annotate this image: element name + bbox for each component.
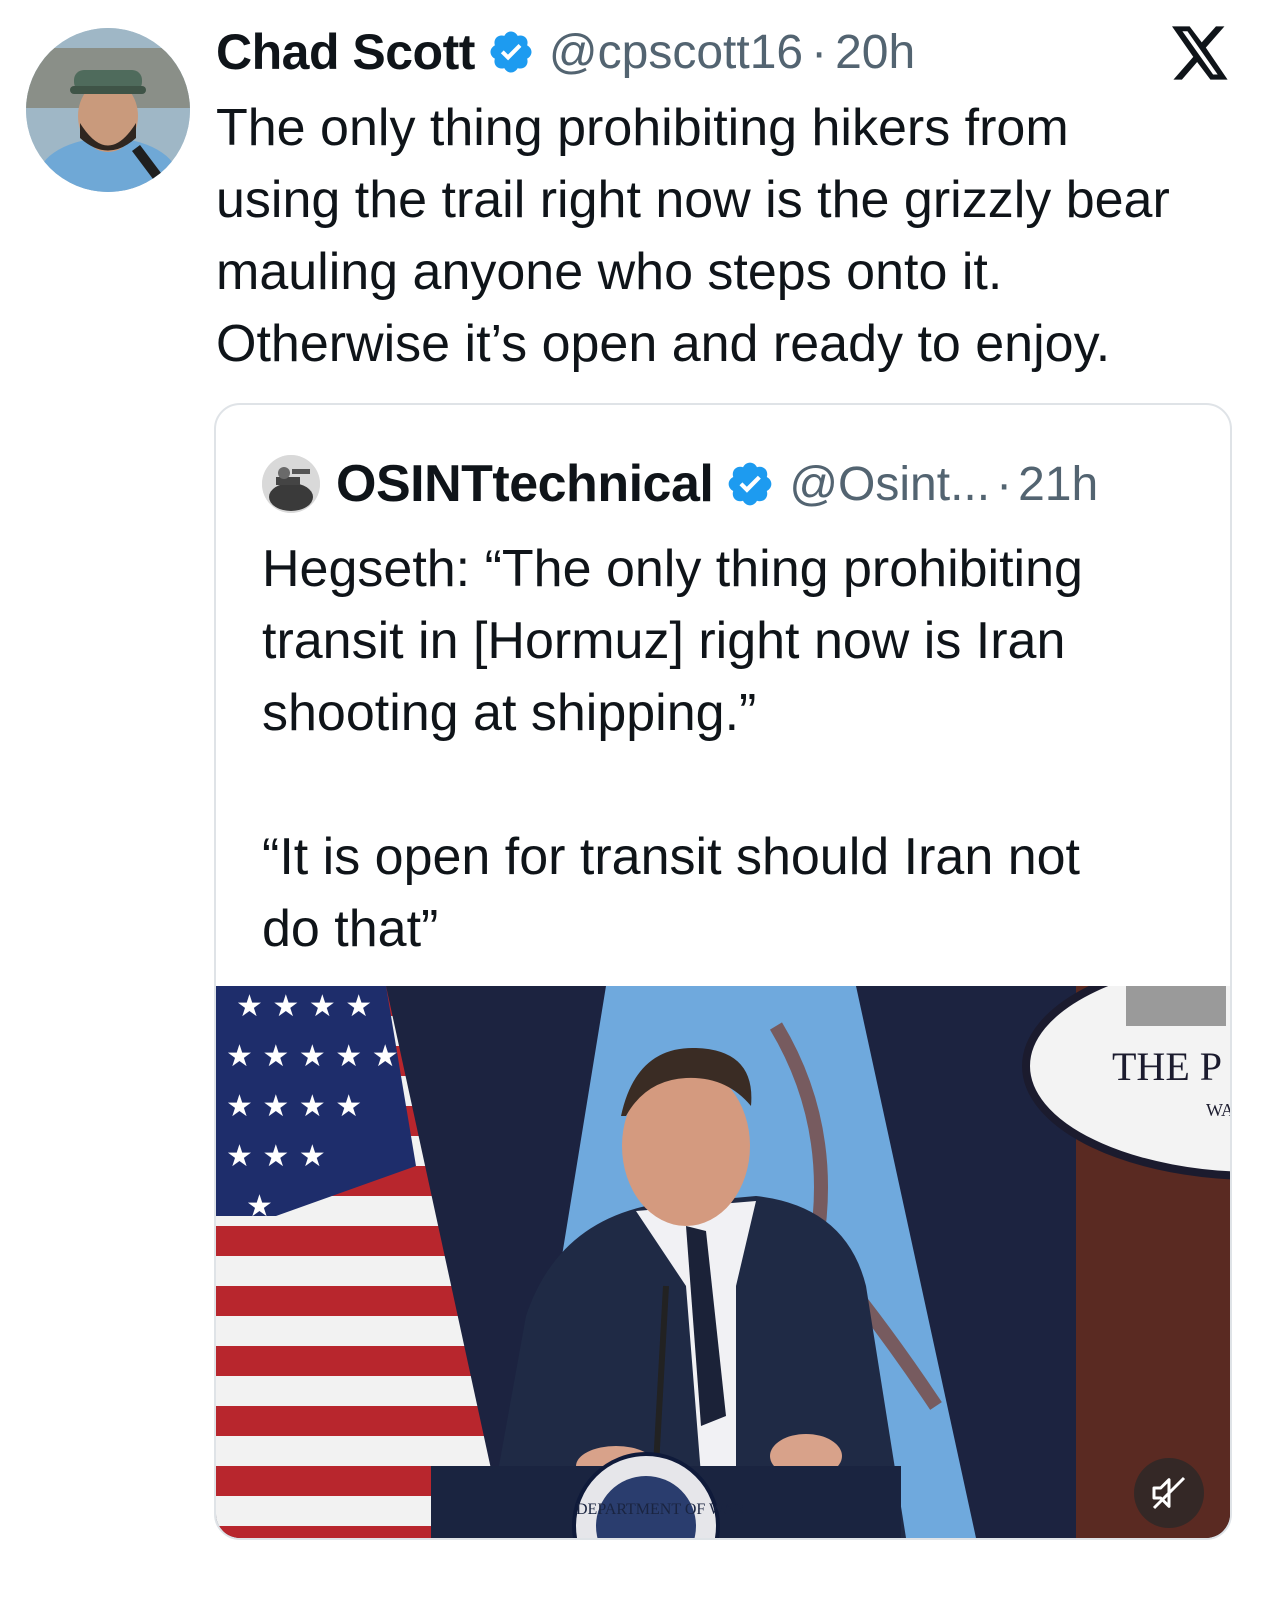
svg-text:★ ★ ★: ★ ★ ★ <box>226 1139 326 1174</box>
author-name[interactable]: Chad Scott <box>216 23 475 81</box>
svg-text:★ ★ ★ ★ ★: ★ ★ ★ ★ ★ <box>226 1039 399 1074</box>
quoted-text-line: “It is open for transit should Iran not <box>262 828 1080 886</box>
podium-seal-text: DEPARTMENT OF WAR <box>576 1501 745 1518</box>
tweet-text-line: using the trail right now is the grizzly… <box>216 171 1170 229</box>
tweet-text-line: Otherwise it’s open and ready to enjoy. <box>216 315 1111 373</box>
verified-badge-icon <box>728 462 772 506</box>
svg-text:★ ★ ★ ★: ★ ★ ★ ★ <box>226 1089 362 1124</box>
x-logo-icon <box>1172 26 1228 80</box>
separator: · <box>996 457 1013 511</box>
mute-button[interactable] <box>1134 1458 1204 1528</box>
quoted-text-line: Hegseth: “The only thing prohibiting <box>262 540 1083 598</box>
muted-speaker-icon <box>1152 1476 1186 1510</box>
verified-badge-icon <box>490 31 532 73</box>
tweet-time[interactable]: 20h <box>835 25 915 80</box>
quoted-tweet-time[interactable]: 21h <box>1018 457 1098 512</box>
tweet-text-line: The only thing prohibiting hikers from <box>216 99 1069 157</box>
tweet-text: The only thing prohibiting hikers from u… <box>216 92 1246 380</box>
tweet-header: Chad Scott @cpscott16 · 20h <box>216 22 915 82</box>
quoted-text-line: do that” <box>262 900 439 958</box>
quoted-tweet-card[interactable]: OSINTtechnical @Osint... · 21h Hegseth: … <box>214 403 1232 1540</box>
svg-text:★: ★ <box>246 1189 273 1224</box>
wall-seal-subtext: WA <box>1206 1100 1230 1120</box>
quoted-video-media[interactable]: THE P WA ★ ★ ★ ★ ★ ★ ★ ★ ★ ★ ★ ★ ★ ★ ★ ★… <box>216 986 1230 1538</box>
author-avatar[interactable] <box>26 28 190 192</box>
separator: · <box>811 25 828 79</box>
tweet-text-line: mauling anyone who steps onto it. <box>216 243 1003 301</box>
svg-text:★ ★ ★ ★: ★ ★ ★ ★ <box>236 989 372 1024</box>
wall-seal-text: THE P <box>1112 1044 1222 1089</box>
quoted-tweet-text: Hegseth: “The only thing prohibiting tra… <box>262 533 1202 965</box>
quoted-tweet-header: OSINTtechnical @Osint... · 21h <box>262 453 1098 515</box>
quoted-text-line: shooting at shipping.” <box>262 684 757 742</box>
quoted-author-name[interactable]: OSINTtechnical <box>336 454 714 514</box>
quoted-author-avatar[interactable] <box>262 455 320 513</box>
quoted-text-line: transit in [Hormuz] right now is Iran <box>262 612 1066 670</box>
author-handle[interactable]: @cpscott16 <box>549 25 803 80</box>
quoted-author-handle[interactable]: @Osint... <box>789 457 990 512</box>
